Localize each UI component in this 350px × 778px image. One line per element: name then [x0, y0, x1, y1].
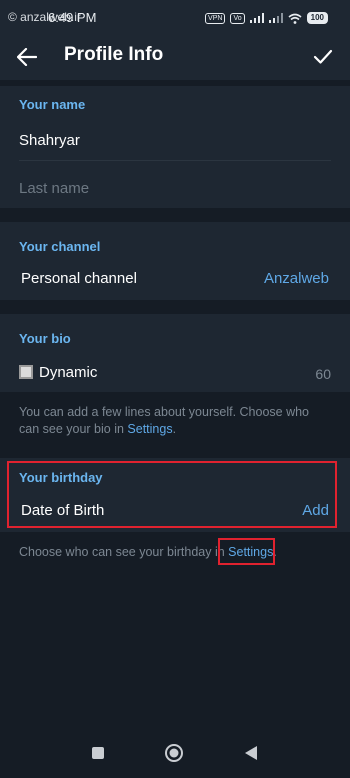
signal-icon — [249, 13, 264, 23]
volte-icon: Vo — [230, 12, 245, 24]
bio-char-counter: 60 — [315, 366, 331, 382]
status-bar: © anzalweb.ir 6:49 PM VPN Vo 100 — [0, 0, 350, 36]
back-nav-button[interactable] — [240, 742, 262, 764]
bio-hint-suffix: . — [172, 422, 177, 436]
section-header-channel: Your channel — [19, 239, 101, 254]
save-button[interactable] — [310, 44, 336, 70]
square-icon — [92, 747, 104, 759]
top-app-bar: Profile Info — [0, 36, 350, 80]
section-header-name: Your name — [19, 97, 86, 112]
divider — [19, 160, 331, 161]
system-nav-bar — [0, 728, 350, 778]
birthday-hint-text: Choose who can see your birthday in — [19, 545, 229, 559]
signal-icon-2 — [268, 13, 283, 23]
vpn-icon: VPN — [205, 12, 226, 24]
home-button[interactable] — [163, 742, 185, 764]
arrow-left-icon — [17, 48, 37, 66]
channel-section: Your channel Personal channel Anzalweb — [0, 222, 350, 300]
name-section: Your name Shahryar Last name — [0, 86, 350, 208]
personal-channel-value: Anzalweb — [263, 270, 329, 287]
highlight-birthday-box — [7, 461, 337, 528]
bio-hint: You can add a few lines about yourself. … — [19, 404, 332, 438]
bio-field[interactable]: Dynamic 60 — [0, 354, 350, 390]
recents-button[interactable] — [87, 742, 109, 764]
page-title: Profile Info — [64, 44, 164, 65]
last-name-field[interactable]: Last name — [19, 180, 89, 197]
triangle-back-icon — [245, 746, 257, 760]
status-icons: VPN Vo 100 — [205, 12, 328, 24]
first-name-field[interactable]: Shahryar — [19, 132, 80, 149]
wifi-icon — [288, 13, 302, 24]
bio-value: Dynamic — [39, 364, 98, 381]
personal-channel-row[interactable]: Personal channel Anzalweb — [0, 260, 350, 296]
highlight-settings-box — [218, 538, 275, 565]
section-header-bio: Your bio — [19, 331, 71, 346]
bio-section: Your bio Dynamic 60 — [0, 314, 350, 392]
status-time: 6:49 PM — [48, 10, 97, 25]
check-icon — [313, 49, 333, 64]
bio-text: Dynamic — [19, 364, 97, 381]
battery-icon: 100 — [306, 12, 328, 24]
checkbox-emoji-icon — [19, 365, 33, 379]
back-button[interactable] — [14, 44, 40, 70]
circle-icon — [165, 744, 183, 762]
bio-settings-link[interactable]: Settings — [127, 422, 172, 436]
personal-channel-label: Personal channel — [21, 270, 137, 287]
birthday-hint: Choose who can see your birthday in Sett… — [19, 544, 332, 561]
